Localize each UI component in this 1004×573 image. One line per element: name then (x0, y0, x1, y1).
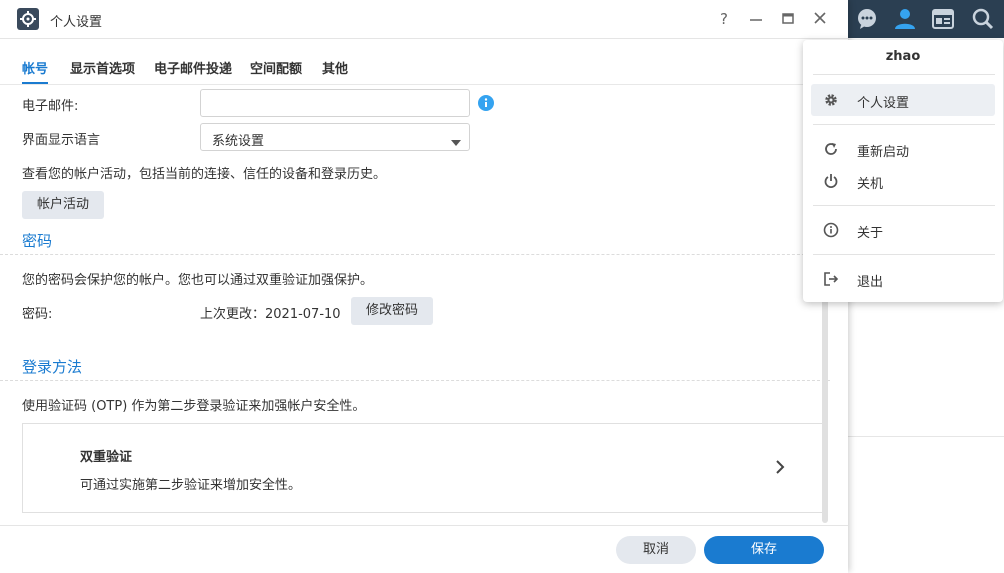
restart-icon (823, 141, 839, 157)
close-icon[interactable] (810, 9, 830, 29)
search-icon[interactable] (964, 0, 1002, 38)
tab-bar: 帐号 显示首选项 电子邮件投递 空间配额 其他 (0, 39, 848, 85)
scrollbar[interactable] (822, 297, 828, 523)
user-menu: zhao 个人设置 重新启动 关机 关于 退出 (803, 40, 1003, 302)
account-panel: 电子邮件: 界面显示语言 系统设置 查看您的帐户活动，包括当前的连接、信任的设备… (0, 85, 848, 525)
menu-item-about[interactable]: 关于 (811, 214, 995, 246)
language-label: 界面显示语言 (22, 133, 101, 148)
chevron-right-icon[interactable] (775, 460, 785, 478)
menu-item-label: 个人设置 (857, 96, 910, 111)
menu-divider (813, 254, 995, 255)
menu-divider (813, 205, 995, 206)
chevron-down-icon (451, 135, 461, 150)
chat-icon[interactable] (848, 0, 886, 38)
tab-account[interactable]: 帐号 (22, 58, 49, 84)
menu-item-shutdown[interactable]: 关机 (811, 165, 995, 197)
menu-divider (813, 74, 995, 75)
title-bar: 个人设置 ? (0, 0, 848, 39)
email-field[interactable] (200, 89, 470, 117)
language-select[interactable]: 系统设置 (200, 123, 470, 151)
desktop-divider (848, 436, 1004, 437)
password-description: 您的密码会保护您的帐户。您也可以通过双重验证加强保护。 (22, 273, 374, 288)
password-section-title: 密码 (22, 232, 53, 250)
maximize-icon[interactable] (778, 9, 798, 29)
menu-item-personal-settings[interactable]: 个人设置 (811, 84, 995, 116)
two-factor-title: 双重验证 (80, 450, 133, 465)
password-label: 密码: (22, 307, 53, 322)
menu-item-label: 关机 (857, 177, 884, 192)
menu-item-label: 重新启动 (857, 145, 910, 160)
two-factor-description: 可通过实施第二步验证来增加安全性。 (80, 478, 302, 493)
footer-bar: 取消 保存 (0, 525, 848, 573)
login-section-title: 登录方法 (22, 358, 83, 376)
section-divider (0, 254, 830, 255)
menu-item-logout[interactable]: 退出 (811, 263, 995, 295)
menu-item-label: 关于 (857, 226, 884, 241)
app-gear-icon (17, 8, 39, 30)
menu-divider (813, 124, 995, 125)
password-last-changed: 上次更改：2021-07-10 (200, 307, 341, 322)
save-button[interactable]: 保存 (704, 536, 824, 564)
username: zhao (885, 49, 921, 64)
two-factor-card[interactable]: 双重验证 可通过实施第二步验证来增加安全性。 (22, 423, 824, 513)
email-label: 电子邮件: (22, 99, 79, 114)
tab-quota[interactable]: 空间配额 (250, 58, 302, 77)
minimize-icon[interactable] (746, 9, 766, 29)
account-activity-button[interactable]: 帐户活动 (22, 191, 104, 219)
help-icon[interactable]: ? (714, 9, 734, 29)
info-icon[interactable] (478, 95, 494, 111)
settings-window: 个人设置 ? 帐号 显示首选项 电子邮件投递 空间配额 其他 电子邮件: 界面显… (0, 0, 848, 573)
menu-item-restart[interactable]: 重新启动 (811, 133, 995, 165)
info-icon (823, 222, 839, 238)
tab-email-delivery[interactable]: 电子邮件投递 (154, 58, 232, 77)
widgets-icon[interactable] (924, 0, 962, 38)
activity-description: 查看您的帐户活动，包括当前的连接、信任的设备和登录历史。 (22, 167, 387, 182)
cancel-button[interactable]: 取消 (616, 536, 696, 564)
taskbar (848, 0, 1004, 38)
window-title: 个人设置 (50, 15, 103, 30)
user-icon[interactable] (886, 0, 924, 38)
section-divider (0, 380, 830, 381)
language-select-value: 系统设置 (212, 134, 265, 149)
login-description: 使用验证码 (OTP) 作为第二步登录验证来加强帐户安全性。 (22, 399, 366, 414)
change-password-button[interactable]: 修改密码 (351, 297, 433, 325)
tab-other[interactable]: 其他 (322, 58, 348, 77)
menu-item-label: 退出 (857, 275, 884, 290)
gear-icon (823, 92, 839, 108)
logout-icon (823, 271, 839, 287)
tab-display[interactable]: 显示首选项 (70, 58, 135, 77)
power-icon (823, 173, 839, 189)
